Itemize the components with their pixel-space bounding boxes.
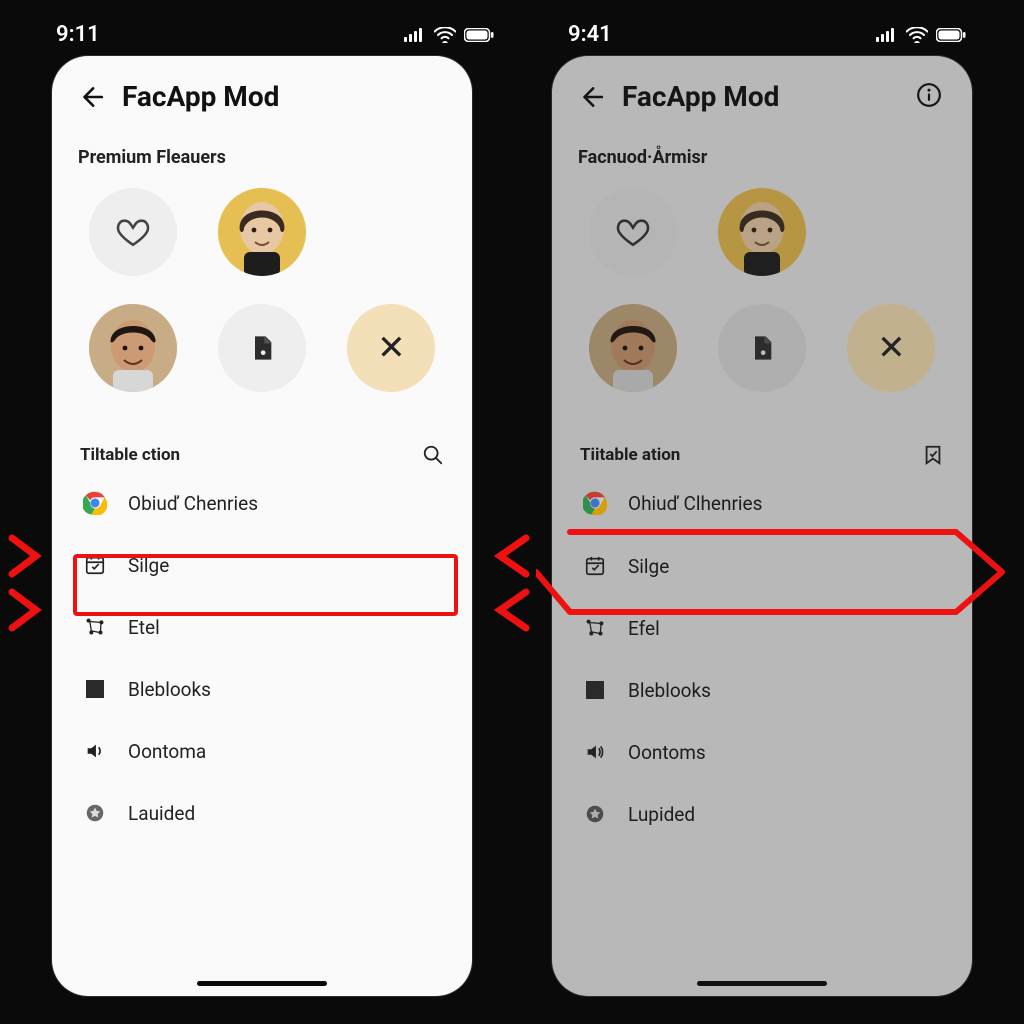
back-icon[interactable] [578,84,604,110]
speaker-icon [582,739,608,765]
options-list: Tiltable ction Obiuď Chenries Silge [78,438,446,844]
search-icon[interactable] [422,444,444,466]
list-item-label: Ohiuď Clhenries [628,492,762,515]
list-item[interactable]: Lauided [78,782,446,844]
document-icon [748,334,776,362]
status-bar-right: 9:41 [552,22,982,47]
list-header-label: Tiitable ation [580,445,680,465]
square-icon [582,677,608,703]
badge-icon [82,800,108,826]
battery-icon [464,28,494,42]
status-indicators [876,27,966,43]
bookmark-icon[interactable] [922,444,944,466]
home-indicator[interactable] [697,981,827,986]
list-item-label: Bleblooks [628,679,711,702]
list-item[interactable]: Lupided [578,783,946,845]
list-header-label: Tiltable ction [80,445,180,465]
list-item-label: Lupided [628,803,695,826]
document-icon [248,334,276,362]
badge-icon [582,801,608,827]
avatar-bottom[interactable] [89,304,177,392]
avatar-icon [89,304,177,392]
phone-right: FacApp Mod Facnuod·Årmisr [552,56,972,996]
status-time: 9:11 [56,22,100,47]
feature-doc[interactable] [718,304,806,392]
list-item[interactable]: Silge [78,534,446,596]
status-indicators [404,27,494,43]
speaker-icon [82,738,108,764]
chrome-icon [582,490,608,516]
list-item[interactable]: Oontoma [78,720,446,782]
nodes-icon [582,615,608,641]
home-indicator[interactable] [197,981,327,986]
chrome-icon [82,490,108,516]
header: FacApp Mod [78,80,446,113]
list-item-label: Silge [628,555,669,578]
heart-icon [616,215,650,249]
list-item-label: Etel [128,616,160,639]
annotation-chevrons-gap-left [470,528,540,648]
list-item[interactable]: Etel [78,596,446,658]
signal-icon [404,28,426,42]
status-bar-left: 9:11 [40,22,510,47]
feature-circles: ✕ [578,188,946,392]
info-button[interactable] [916,82,946,112]
list-item-label: Lauided [128,802,195,825]
calendar-check-icon [582,553,608,579]
phone-left: FacApp Mod Premium Fleauers [52,56,472,996]
list-item-label: Bleblooks [128,678,211,701]
page-title: FacApp Mod [122,80,279,113]
avatar-icon [589,304,677,392]
list-header-row: Tiitable ation [578,438,946,472]
list-item-label: Silge [128,554,169,577]
feature-doc[interactable] [218,304,306,392]
section-title: Facnuod·Årmisr [578,147,946,168]
back-icon[interactable] [78,84,104,110]
list-item-label: Oontoms [628,741,706,764]
list-item[interactable]: Ohiuď Clhenries [578,472,946,535]
list-item[interactable]: Oontoms [578,721,946,783]
avatar-icon [218,188,306,276]
feature-circles [78,188,446,392]
list-item-label: Obiuď Chenries [128,492,258,515]
avatar-top[interactable] [218,188,306,276]
list-item[interactable]: Efel [578,597,946,659]
square-icon [82,676,108,702]
battery-icon [936,28,966,42]
list-header-row: Tiltable ction [78,438,446,472]
section-title: Premium Fleauers [78,147,446,168]
avatar-icon [718,188,806,276]
heart-icon [116,215,150,249]
page-title: FacApp Mod [622,80,779,113]
calendar-check-icon [82,552,108,578]
feature-close[interactable] [347,304,435,392]
avatar-top[interactable] [718,188,806,276]
list-item-label: Oontoma [128,740,206,763]
avatar-bottom[interactable] [589,304,677,392]
info-icon [916,82,942,108]
list-item[interactable]: Silge [578,535,946,597]
feature-close[interactable]: ✕ [847,304,935,392]
header: FacApp Mod [578,80,946,113]
wifi-icon [434,27,456,43]
signal-icon [876,28,898,42]
options-list: Tiitable ation Ohiuď Clhenries Silge [578,438,946,845]
nodes-icon [82,614,108,640]
list-item[interactable]: Bleblooks [78,658,446,720]
wifi-icon [906,27,928,43]
list-item[interactable]: Obiuď Chenries [78,472,446,534]
list-item[interactable]: Bleblooks [578,659,946,721]
list-item-label: Efel [628,617,660,640]
status-time: 9:41 [568,22,612,47]
feature-heart[interactable] [589,188,677,276]
feature-heart[interactable] [89,188,177,276]
